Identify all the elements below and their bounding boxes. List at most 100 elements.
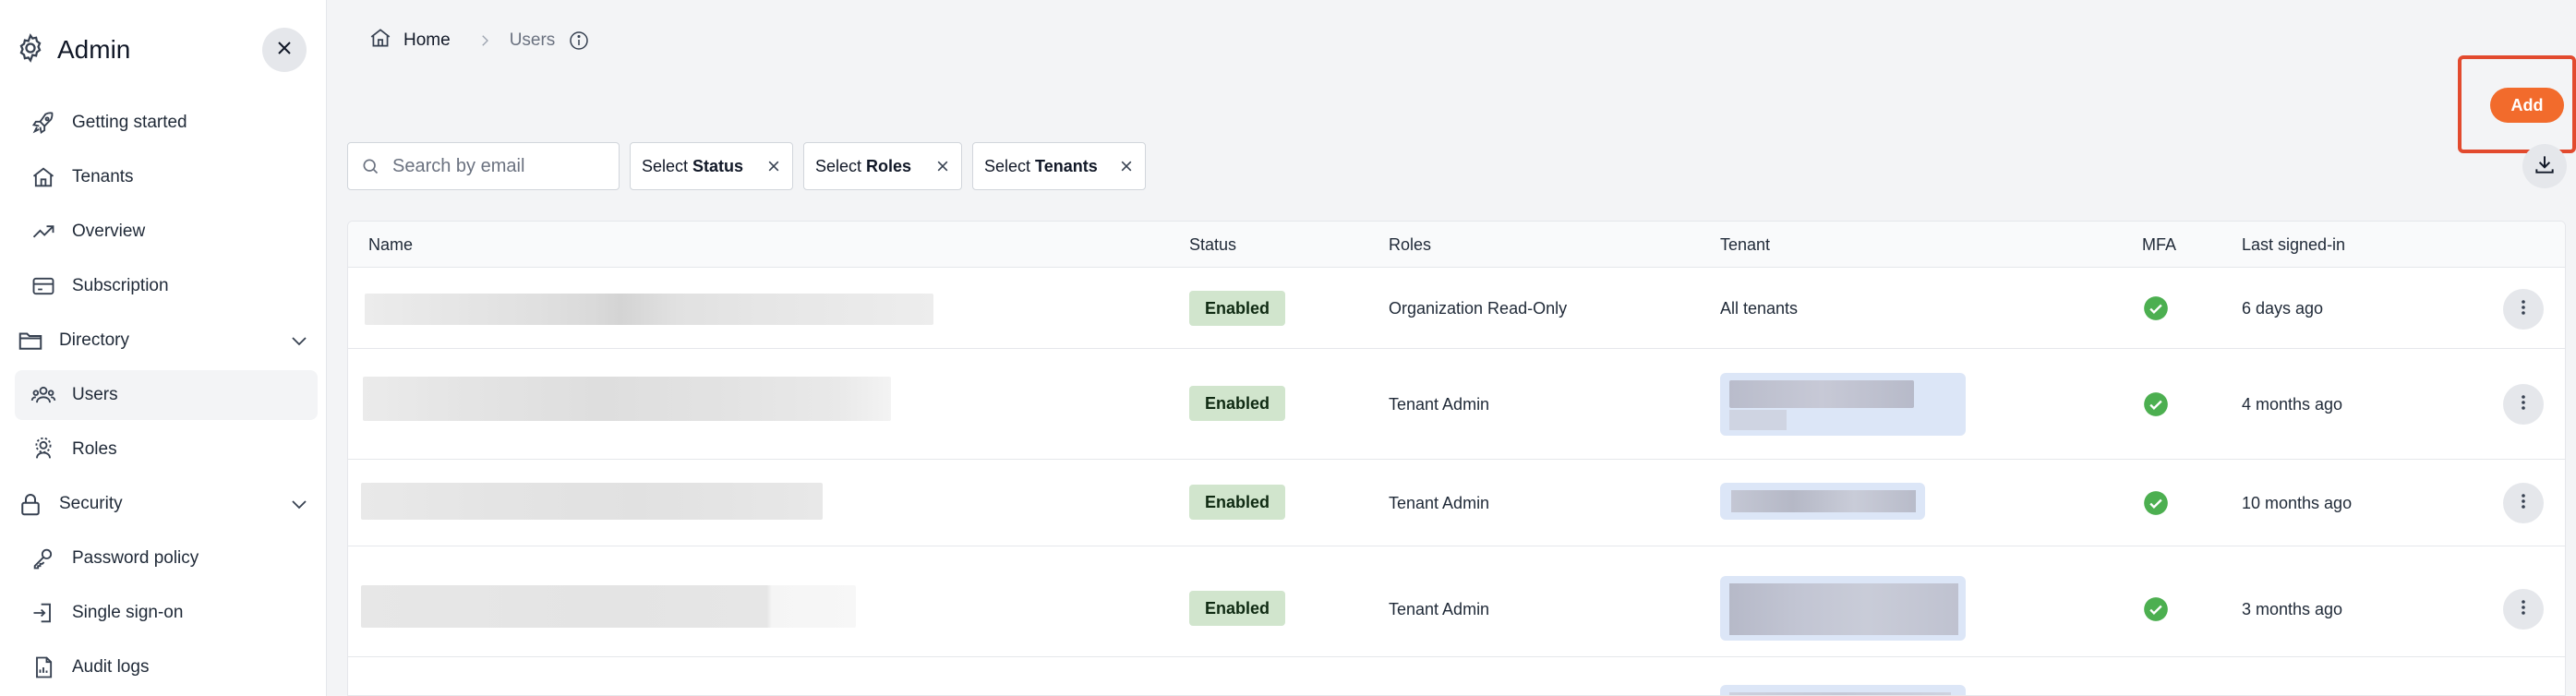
sidebar-item-label: Password policy — [72, 548, 199, 568]
close-sidebar-button[interactable] — [262, 28, 307, 72]
sidebar-item-single-sign-on[interactable]: Single sign-on — [15, 588, 318, 638]
filter-prefix: Select — [984, 156, 1031, 175]
trending-up-icon — [28, 216, 59, 247]
last-signed-in-cell: 6 days ago — [2242, 299, 2324, 318]
sidebar-item-label: Overview — [72, 222, 146, 241]
home-icon — [28, 162, 59, 193]
lock-icon — [15, 488, 46, 520]
sidebar-item-label: Subscription — [72, 276, 169, 295]
sidebar-item-subscription[interactable]: Subscription — [15, 261, 318, 311]
check-circle-icon — [2143, 295, 2169, 326]
chevron-down-icon — [288, 330, 310, 356]
row-actions-button[interactable] — [2503, 589, 2544, 630]
redacted-name — [361, 483, 823, 520]
redacted-name — [365, 294, 933, 325]
search-input[interactable] — [392, 155, 596, 177]
last-signed-in-cell: 3 months ago — [2242, 600, 2343, 618]
status-filter-chip[interactable]: Select Status — [630, 142, 793, 190]
download-button[interactable] — [2522, 144, 2567, 188]
close-icon[interactable] — [757, 159, 781, 174]
sidebar-group-label: Directory — [59, 330, 130, 350]
sidebar-item-getting-started[interactable]: Getting started — [15, 98, 318, 148]
tenants-filter-chip[interactable]: Select Tenants — [972, 142, 1146, 190]
breadcrumb-home[interactable]: Home — [403, 30, 451, 51]
sidebar-item-roles[interactable]: Roles — [15, 425, 318, 474]
filter-value: Roles — [866, 156, 912, 175]
column-header-status[interactable]: Status — [1189, 235, 1236, 255]
sidebar-item-label: Users — [72, 385, 118, 404]
download-icon — [2533, 152, 2557, 181]
breadcrumb: Home Users — [368, 26, 590, 55]
chevron-down-icon — [288, 493, 310, 520]
sidebar-item-users[interactable]: Users — [15, 370, 318, 420]
table-row[interactable]: Enabled Tenant Admin 3 months ago — [348, 546, 2565, 657]
search-icon — [361, 157, 379, 175]
check-circle-icon — [2143, 596, 2169, 627]
gear-icon — [15, 32, 46, 68]
sidebar-item-label: Audit logs — [72, 657, 150, 677]
table-row[interactable] — [348, 657, 2565, 695]
row-actions-button[interactable] — [2503, 289, 2544, 330]
tenant-cell: All tenants — [1720, 299, 1799, 318]
table-header: Name Status Roles Tenant MFA Last signed… — [348, 222, 2565, 268]
close-icon[interactable] — [1110, 159, 1134, 174]
app-title: Admin — [57, 35, 131, 64]
role-cell: Organization Read-Only — [1389, 299, 1568, 318]
filter-value: Tenants — [1035, 156, 1098, 175]
redacted-tenant — [1720, 373, 1966, 436]
sidebar-group-security[interactable]: Security — [15, 479, 318, 529]
report-icon — [28, 652, 59, 683]
roles-filter-chip[interactable]: Select Roles — [803, 142, 962, 190]
sidebar-item-label: Getting started — [72, 113, 187, 132]
search-box — [347, 142, 620, 190]
column-header-mfa[interactable]: MFA — [2142, 235, 2176, 255]
column-header-last-signed-in[interactable]: Last signed-in — [2242, 235, 2345, 255]
sidebar-group-directory[interactable]: Directory — [15, 316, 318, 366]
users-icon — [28, 379, 59, 411]
row-actions-button[interactable] — [2503, 384, 2544, 425]
info-icon[interactable] — [568, 30, 590, 52]
more-vertical-icon — [2521, 393, 2526, 416]
sidebar-group-label: Security — [59, 494, 123, 513]
sidebar: Admin Getting started Tenants Overview S… — [0, 0, 327, 696]
close-icon — [275, 39, 294, 62]
status-badge: Enabled — [1189, 386, 1285, 421]
folder-icon — [15, 325, 46, 356]
row-actions-button[interactable] — [2503, 483, 2544, 523]
status-badge: Enabled — [1189, 291, 1285, 326]
check-circle-icon — [2143, 391, 2169, 422]
roles-icon — [28, 434, 59, 465]
main-content: Home Users Add Select Status — [328, 0, 2576, 696]
role-cell: Tenant Admin — [1389, 395, 1490, 414]
sidebar-header: Admin — [15, 28, 130, 72]
filter-toolbar: Select Status Select Roles Select Tenant… — [347, 142, 1146, 190]
home-icon[interactable] — [368, 26, 392, 55]
redacted-tenant — [1720, 483, 1925, 520]
sidebar-item-label: Single sign-on — [72, 603, 184, 622]
sidebar-nav: Getting started Tenants Overview Subscri… — [15, 98, 318, 696]
check-circle-icon — [2143, 490, 2169, 521]
column-header-name[interactable]: Name — [368, 235, 413, 255]
filter-prefix: Select — [642, 156, 689, 175]
sidebar-item-overview[interactable]: Overview — [15, 207, 318, 257]
column-header-tenant[interactable]: Tenant — [1720, 235, 1770, 255]
sidebar-item-label: Roles — [72, 439, 117, 459]
close-icon[interactable] — [926, 159, 950, 174]
more-vertical-icon — [2521, 298, 2526, 321]
table-row[interactable]: Enabled Organization Read-Only All tenan… — [348, 268, 2565, 349]
sidebar-item-audit-logs[interactable]: Audit logs — [15, 642, 318, 692]
sidebar-item-tenants[interactable]: Tenants — [15, 152, 318, 202]
sidebar-item-password-policy[interactable]: Password policy — [15, 534, 318, 583]
column-header-roles[interactable]: Roles — [1389, 235, 1431, 255]
credit-card-icon — [28, 270, 59, 302]
status-badge: Enabled — [1189, 591, 1285, 626]
key-icon — [28, 543, 59, 574]
last-signed-in-cell: 4 months ago — [2242, 395, 2343, 414]
sign-in-icon — [28, 597, 59, 629]
chevron-right-icon — [476, 32, 493, 49]
table-row[interactable]: Enabled Tenant Admin 10 months ago — [348, 460, 2565, 546]
table-row[interactable]: Enabled Tenant Admin 4 months ago — [348, 349, 2565, 460]
filter-prefix: Select — [815, 156, 862, 175]
rocket-icon — [28, 107, 59, 138]
add-button[interactable]: Add — [2490, 88, 2564, 123]
